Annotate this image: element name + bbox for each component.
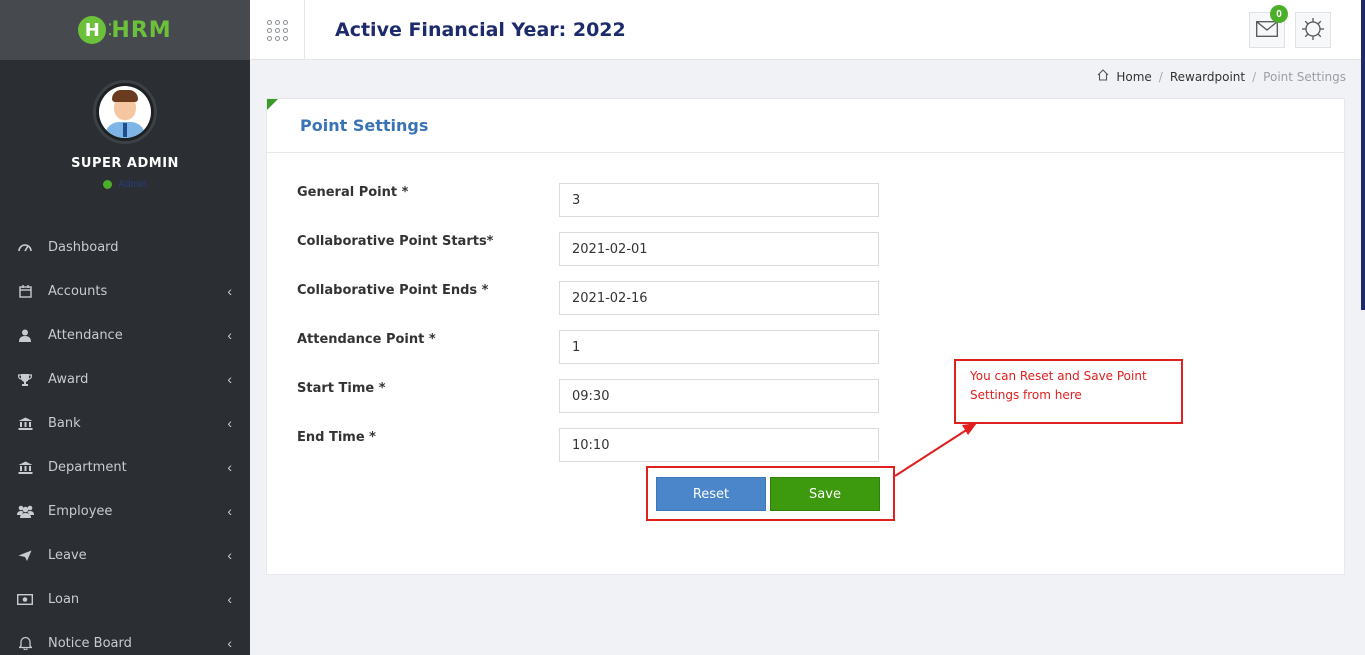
sidebar-item-attendance[interactable]: Attendance ‹ xyxy=(0,313,250,357)
sidebar-item-label: Loan xyxy=(48,591,80,607)
sidebar-item-bank[interactable]: Bank ‹ xyxy=(0,401,250,445)
online-dot-icon xyxy=(103,180,113,189)
top-header: Active Financial Year: 2022 0 xyxy=(250,0,1365,60)
chevron-left-icon: ‹ xyxy=(227,547,232,563)
gear-icon xyxy=(1301,17,1325,44)
chevron-left-icon: ‹ xyxy=(227,283,232,299)
brand-bar: H ⁚ HRM xyxy=(0,0,250,60)
sidebar-item-award[interactable]: Award ‹ xyxy=(0,357,250,401)
page-title: Active Financial Year: 2022 xyxy=(335,19,626,41)
sidebar-item-label: Leave xyxy=(48,547,87,563)
user-status: Admin xyxy=(0,179,250,190)
collab-start-input[interactable] xyxy=(559,232,879,266)
highlight-box: Reset Save xyxy=(646,466,895,521)
collab-start-label: Collaborative Point Starts* xyxy=(297,234,494,249)
attendance-point-input[interactable] xyxy=(559,330,879,364)
sidebar-item-department[interactable]: Department ‹ xyxy=(0,445,250,489)
form-row-attendance-point: Attendance Point * xyxy=(297,330,887,364)
plane-icon xyxy=(16,549,34,562)
end-time-input[interactable] xyxy=(559,428,879,462)
chevron-left-icon: ‹ xyxy=(227,635,232,651)
hrm-logo[interactable]: H ⁚ HRM xyxy=(78,16,171,44)
bank-icon xyxy=(16,417,34,430)
general-point-input[interactable] xyxy=(559,183,879,217)
collab-end-input[interactable] xyxy=(559,281,879,315)
sidebar-nav: Dashboard Accounts ‹ Attendance ‹ Award … xyxy=(0,225,250,655)
card-title: Point Settings xyxy=(300,116,429,135)
point-settings-card: Point Settings General Point * Collabora… xyxy=(266,98,1345,575)
chevron-left-icon: ‹ xyxy=(227,327,232,343)
sidebar-item-label: Bank xyxy=(48,415,81,431)
sidebar-item-label: Notice Board xyxy=(48,635,132,651)
breadcrumb-current: Point Settings xyxy=(1263,69,1346,84)
start-time-input[interactable] xyxy=(559,379,879,413)
chevron-left-icon: ‹ xyxy=(227,459,232,475)
breadcrumb: Home / Rewardpoint / Point Settings xyxy=(1097,69,1346,84)
scroll-indicator xyxy=(1361,0,1365,310)
end-time-label: End Time * xyxy=(297,430,376,445)
sidebar-item-notice-board[interactable]: Notice Board ‹ xyxy=(0,621,250,655)
general-point-label: General Point * xyxy=(297,185,409,200)
sidebar-item-dashboard[interactable]: Dashboard xyxy=(0,225,250,269)
breadcrumb-separator: / xyxy=(1158,69,1163,84)
money-icon xyxy=(16,593,34,605)
save-button[interactable]: Save xyxy=(770,477,880,511)
user-name: SUPER ADMIN xyxy=(71,156,179,171)
bank-icon xyxy=(16,461,34,474)
logo-letter: H xyxy=(78,16,107,44)
breadcrumb-separator: / xyxy=(1252,69,1257,84)
chevron-left-icon: ‹ xyxy=(227,415,232,431)
messages-button[interactable]: 0 xyxy=(1249,5,1288,48)
user-icon xyxy=(16,329,34,342)
sidebar-item-leave[interactable]: Leave ‹ xyxy=(0,533,250,577)
card-corner-accent xyxy=(267,99,278,110)
form-row-general-point: General Point * xyxy=(297,183,887,217)
calendar-icon xyxy=(16,284,34,298)
sidebar-item-label: Attendance xyxy=(48,327,123,343)
apps-grid-button[interactable] xyxy=(250,0,305,60)
trophy-icon xyxy=(16,373,34,386)
card-header: Point Settings xyxy=(267,99,1344,153)
form-row-start-time: Start Time * xyxy=(297,379,887,413)
dashboard-icon xyxy=(16,241,34,253)
grid-icon xyxy=(266,19,288,41)
sidebar-item-label: Dashboard xyxy=(48,239,119,255)
annotation-callout: You can Reset and Save Point Settings fr… xyxy=(954,359,1183,424)
reset-button[interactable]: Reset xyxy=(656,477,766,511)
bell-icon xyxy=(16,636,34,650)
chevron-left-icon: ‹ xyxy=(227,371,232,387)
avatar-image xyxy=(99,86,151,138)
sidebar-item-label: Award xyxy=(48,371,89,387)
form-row-collab-start: Collaborative Point Starts* xyxy=(297,232,887,266)
breadcrumb-home[interactable]: Home xyxy=(1116,70,1151,84)
form-row-end-time: End Time * xyxy=(297,428,887,462)
logo-dots: ⁚ xyxy=(107,22,112,39)
attendance-point-label: Attendance Point * xyxy=(297,332,436,347)
notification-badge: 0 xyxy=(1270,5,1288,23)
settings-button[interactable] xyxy=(1295,12,1331,48)
sidebar-item-label: Department xyxy=(48,459,127,475)
sidebar: H ⁚ HRM SUPER ADMIN Admin Dashboard Acco… xyxy=(0,0,250,655)
collab-end-label: Collaborative Point Ends * xyxy=(297,283,489,298)
sidebar-item-label: Accounts xyxy=(48,283,108,299)
breadcrumb-rewardpoint[interactable]: Rewardpoint xyxy=(1170,70,1245,84)
sidebar-item-employee[interactable]: Employee ‹ xyxy=(0,489,250,533)
sidebar-item-label: Employee xyxy=(48,503,113,519)
chevron-left-icon: ‹ xyxy=(227,591,232,607)
user-profile: SUPER ADMIN Admin xyxy=(0,60,250,225)
start-time-label: Start Time * xyxy=(297,381,386,396)
logo-text: HRM xyxy=(111,17,172,43)
avatar[interactable] xyxy=(93,80,157,144)
envelope-icon xyxy=(1256,20,1278,40)
chevron-left-icon: ‹ xyxy=(227,503,232,519)
sidebar-item-loan[interactable]: Loan ‹ xyxy=(0,577,250,621)
form-row-collab-end: Collaborative Point Ends * xyxy=(297,281,887,315)
home-icon xyxy=(1097,69,1109,84)
sidebar-item-accounts[interactable]: Accounts ‹ xyxy=(0,269,250,313)
users-icon xyxy=(16,505,34,518)
user-role: Admin xyxy=(118,179,147,190)
